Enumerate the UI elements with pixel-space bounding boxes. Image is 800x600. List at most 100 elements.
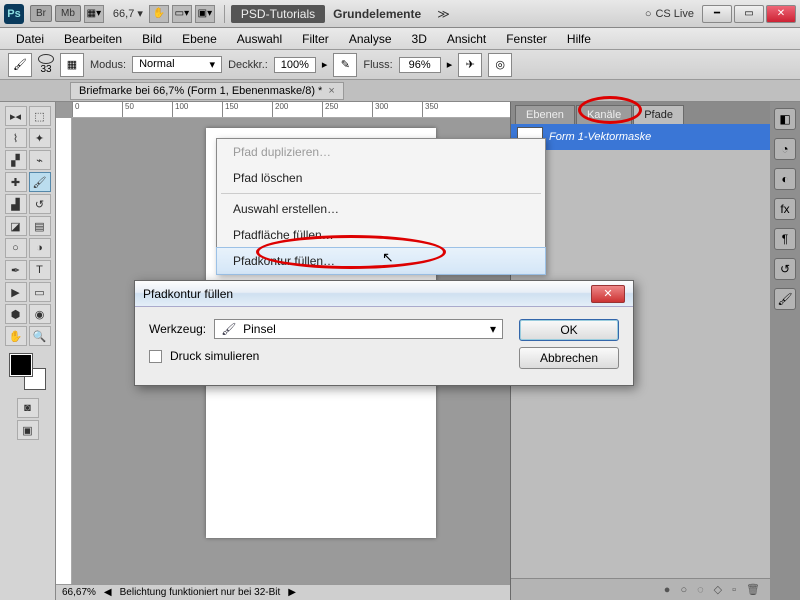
quickmask-icon[interactable]: ◙ <box>17 398 39 418</box>
path-select-tool[interactable]: ▶ <box>5 282 27 302</box>
swatches-panel-icon[interactable]: ◧ <box>774 108 796 130</box>
dodge-tool[interactable]: ◑ <box>29 238 51 258</box>
workspace-more[interactable]: ≫ <box>429 7 458 21</box>
wand-tool[interactable]: ✦ <box>29 128 51 148</box>
brush-panel-icon[interactable]: ▦ <box>60 53 84 77</box>
character-panel-icon[interactable]: ¶ <box>774 228 796 250</box>
screenmode-icon[interactable]: ▣▾ <box>195 5 215 23</box>
menu-datei[interactable]: Datei <box>6 30 54 48</box>
options-bar: 🖌 33 ▦ Modus: Normal ▾ Deckkr.: 100%▸ ✎ … <box>0 50 800 80</box>
tab-paths[interactable]: Pfade <box>633 105 684 124</box>
opacity-label: Deckkr.: <box>228 59 268 71</box>
status-zoom[interactable]: 66,67% <box>62 587 96 598</box>
marquee-tool[interactable]: ⬚ <box>29 106 51 126</box>
cm-stroke-path[interactable]: Pfadkontur füllen… <box>216 247 546 275</box>
styles-panel-icon[interactable]: fx <box>774 198 796 220</box>
menu-hilfe[interactable]: Hilfe <box>557 30 601 48</box>
3d-tool[interactable]: ⬢ <box>5 304 27 324</box>
eyedropper-tool[interactable]: ⌁ <box>29 150 51 170</box>
menu-ebene[interactable]: Ebene <box>172 30 227 48</box>
cm-make-selection[interactable]: Auswahl erstellen… <box>217 196 545 222</box>
history-brush-tool[interactable]: ↺ <box>29 194 51 214</box>
minimize-button[interactable]: ━ <box>702 5 732 23</box>
view-extras-icon[interactable]: ▦▾ <box>84 5 104 23</box>
pen-tool[interactable]: ✒ <box>5 260 27 280</box>
zoom-field[interactable]: 66,7 ▾ <box>113 7 143 20</box>
menu-fenster[interactable]: Fenster <box>496 30 557 48</box>
stamp-tool[interactable]: ▟ <box>5 194 27 214</box>
minibridge-button[interactable]: Mb <box>55 5 81 22</box>
menu-auswahl[interactable]: Auswahl <box>227 30 292 48</box>
cancel-button[interactable]: Abbrechen <box>519 347 619 369</box>
menu-filter[interactable]: Filter <box>292 30 339 48</box>
delete-path-icon[interactable]: 🗑 <box>746 583 760 596</box>
arrange-icon[interactable]: ▭▾ <box>172 5 192 23</box>
adjustments-panel-icon[interactable]: ◐ <box>774 168 796 190</box>
brush-tool-icon[interactable]: 🖌 <box>8 53 32 77</box>
history-panel-icon[interactable]: ↺ <box>774 258 796 280</box>
cm-delete-path[interactable]: Pfad löschen <box>217 165 545 191</box>
foreground-color[interactable] <box>10 354 32 376</box>
brush-size[interactable]: 33 <box>40 64 51 75</box>
screenmode-tool[interactable]: ▣ <box>17 420 39 440</box>
tab-layers[interactable]: Ebenen <box>515 105 575 124</box>
blur-tool[interactable]: ○ <box>5 238 27 258</box>
brushes-panel-icon[interactable]: 🖌 <box>774 288 796 310</box>
eraser-tool[interactable]: ◪ <box>5 216 27 236</box>
path-name: Form 1-Vektormaske <box>549 131 651 143</box>
document-tab[interactable]: Briefmarke bei 66,7% (Form 1, Ebenenmask… <box>70 82 344 100</box>
ruler-horizontal: 050100150200250300350400450 <box>72 102 510 118</box>
brush-tool[interactable]: 🖌 <box>29 172 51 192</box>
menu-analyse[interactable]: Analyse <box>339 30 402 48</box>
canvas-area[interactable]: 050100150200250300350400450 Pfad duplizi… <box>56 102 510 600</box>
zoom-tool[interactable]: 🔍 <box>29 326 51 346</box>
pressure-opacity-icon[interactable]: ✎ <box>333 53 357 77</box>
toolbox: ▸◂⬚ ⌇✦ ▞⌁ ✚🖌 ▟↺ ◪▤ ○◑ ✒T ▶▭ ⬢◉ ✋🔍 ◙ ▣ <box>0 102 56 600</box>
context-menu: Pfad duplizieren… Pfad löschen Auswahl e… <box>216 138 546 275</box>
type-tool[interactable]: T <box>29 260 51 280</box>
workspace-name[interactable]: Grundelemente <box>325 7 429 21</box>
chevron-down-icon: ▾ <box>490 322 496 336</box>
heal-tool[interactable]: ✚ <box>5 172 27 192</box>
bridge-button[interactable]: Br <box>30 5 52 22</box>
fill-path-icon[interactable]: ● <box>664 584 671 596</box>
camera-tool[interactable]: ◉ <box>29 304 51 324</box>
workspace-crumb[interactable]: PSD-Tutorials <box>231 5 325 23</box>
new-path-icon[interactable]: ▫ <box>732 584 736 596</box>
path-item[interactable]: Form 1-Vektormaske <box>511 124 770 150</box>
mode-dropdown[interactable]: Normal ▾ <box>132 56 222 73</box>
cm-duplicate-path: Pfad duplizieren… <box>217 139 545 165</box>
color-swatches[interactable] <box>10 354 46 390</box>
menu-3d[interactable]: 3D <box>402 30 437 48</box>
menu-bearbeiten[interactable]: Bearbeiten <box>54 30 132 48</box>
brush-icon: 🖌 <box>221 322 237 336</box>
tool-dropdown[interactable]: 🖌 Pinsel ▾ <box>214 319 503 339</box>
status-message: Belichtung funktioniert nur bei 32-Bit <box>120 587 281 598</box>
pressure-size-icon[interactable]: ◎ <box>488 53 512 77</box>
stroke-path-icon[interactable]: ○ <box>680 584 687 596</box>
hand-tool[interactable]: ✋ <box>5 326 27 346</box>
hand-icon[interactable]: ✋ <box>149 5 169 23</box>
shape-tool[interactable]: ▭ <box>29 282 51 302</box>
move-tool[interactable]: ▸◂ <box>5 106 27 126</box>
simulate-pressure-checkbox[interactable] <box>149 350 162 363</box>
lasso-tool[interactable]: ⌇ <box>5 128 27 148</box>
gradient-tool[interactable]: ▤ <box>29 216 51 236</box>
dialog-close-button[interactable]: ✕ <box>591 285 625 303</box>
close-tab-icon[interactable]: × <box>328 85 334 97</box>
menu-bild[interactable]: Bild <box>132 30 172 48</box>
ok-button[interactable]: OK <box>519 319 619 341</box>
flow-field[interactable]: 96% <box>399 57 441 73</box>
close-button[interactable]: ✕ <box>766 5 796 23</box>
selection-to-path-icon[interactable]: ◇ <box>714 583 722 596</box>
path-to-selection-icon[interactable]: ◌ <box>697 584 704 596</box>
menu-ansicht[interactable]: Ansicht <box>437 30 496 48</box>
maximize-button[interactable]: ▭ <box>734 5 764 23</box>
color-panel-icon[interactable]: ◔ <box>774 138 796 160</box>
crop-tool[interactable]: ▞ <box>5 150 27 170</box>
airbrush-icon[interactable]: ✈ <box>458 53 482 77</box>
tab-channels[interactable]: Kanäle <box>576 105 632 124</box>
opacity-field[interactable]: 100% <box>274 57 316 73</box>
cslive-button[interactable]: CS Live <box>645 8 694 20</box>
cm-fill-path[interactable]: Pfadfläche füllen… <box>217 222 545 248</box>
